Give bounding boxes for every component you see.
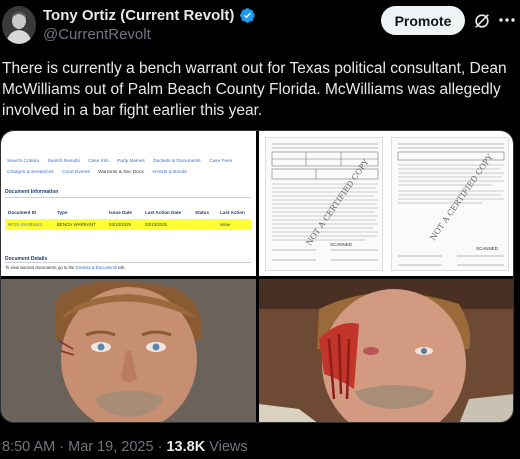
avatar[interactable] xyxy=(2,6,36,44)
court-nav-link: Party Names xyxy=(117,159,145,164)
court-nav-link: Arrests & Bonds xyxy=(152,170,187,175)
column-header: Type xyxy=(57,210,68,215)
warrant-table-header: Document ID Type Issue Date Last Action … xyxy=(5,207,251,217)
views-label: Views xyxy=(209,439,248,455)
court-nav-links: Search Criteria Search Results Case Info… xyxy=(7,156,252,178)
document-information-title: Document Information xyxy=(5,189,59,195)
more-options-icon[interactable] xyxy=(497,10,517,30)
media-scanned-documents[interactable]: NOT A CERTIFIED COPY SCANNED NOT A CERTI… xyxy=(259,131,513,276)
court-nav-link: Court Events xyxy=(62,170,90,175)
details-link: Dockets & Documents xyxy=(75,265,117,270)
scanned-page: NOT A CERTIFIED COPY SCANNED xyxy=(391,137,509,271)
warrant-table-row: W721-25-003444 BENCH WARRANT 03/13/2025 … xyxy=(5,219,251,230)
column-header: Document ID xyxy=(8,210,37,215)
details-suffix: tab. xyxy=(118,265,126,270)
promote-button[interactable]: Promote xyxy=(381,6,465,35)
injured-man-photo xyxy=(259,279,513,422)
scanned-page: NOT A CERTIFIED COPY SCANNED xyxy=(265,137,383,271)
court-nav-link: Search Results xyxy=(47,159,80,164)
tweet-text: There is currently a bench warrant out f… xyxy=(2,60,507,119)
verified-badge-icon xyxy=(240,8,256,23)
column-header: Issue Date xyxy=(109,210,132,215)
author-handle[interactable]: @CurrentRevolt xyxy=(43,26,151,43)
tweet-time[interactable]: 8:50 AM xyxy=(2,439,55,455)
column-header: Last Action Date xyxy=(145,210,182,215)
tweet-meta: 8:50 AM · Mar 19, 2025 · 13.8K Views xyxy=(2,439,248,455)
separator: · xyxy=(157,439,163,455)
court-nav-link: Dockets & Documents xyxy=(153,159,201,164)
document-details-text: To view warrant documents, go to the Doc… xyxy=(5,265,125,270)
document-lines-graphic xyxy=(271,143,379,261)
divider xyxy=(5,197,251,198)
grok-icon[interactable] xyxy=(473,12,491,30)
table-cell: W721-25-003444 xyxy=(8,222,42,227)
table-cell: 03/13/2025 xyxy=(109,222,131,227)
tweet-header: Tony Ortiz (Current Revolt) @CurrentRevo… xyxy=(0,0,520,52)
court-nav-link: Case Info xyxy=(88,159,109,164)
author-name[interactable]: Tony Ortiz (Current Revolt) xyxy=(43,7,234,24)
court-nav-link-active: Warrants & Sec Docs xyxy=(98,170,144,175)
tweet-date[interactable]: Mar 19, 2025 xyxy=(68,439,153,455)
divider xyxy=(5,262,251,263)
avatar-image xyxy=(2,6,36,44)
media-court-record[interactable]: Search Criteria Search Results Case Info… xyxy=(1,131,256,276)
man-face-photo xyxy=(1,279,256,422)
separator: · xyxy=(59,439,65,455)
court-nav-link: Charges & Sentences xyxy=(7,170,54,175)
details-text: To view warrant documents, go to the xyxy=(5,265,75,270)
court-nav-link: Case Fees xyxy=(209,159,233,164)
column-header: Last Action xyxy=(220,210,245,215)
views-count: 13.8K xyxy=(166,439,206,455)
media-booking-photo[interactable] xyxy=(1,279,256,422)
media-injury-photo[interactable] xyxy=(259,279,513,422)
court-nav-link: Search Criteria xyxy=(7,159,39,164)
column-header: Status xyxy=(195,210,210,215)
table-cell: BENCH WARRANT xyxy=(57,222,96,227)
table-cell: Issue xyxy=(220,222,231,227)
media-grid: Search Criteria Search Results Case Info… xyxy=(0,130,514,423)
table-cell: 03/13/2025 xyxy=(145,222,167,227)
author-name-row: Tony Ortiz (Current Revolt) xyxy=(43,7,256,24)
scanned-stamp: SCANNED xyxy=(329,242,352,247)
scanned-stamp: SCANNED xyxy=(475,246,498,251)
